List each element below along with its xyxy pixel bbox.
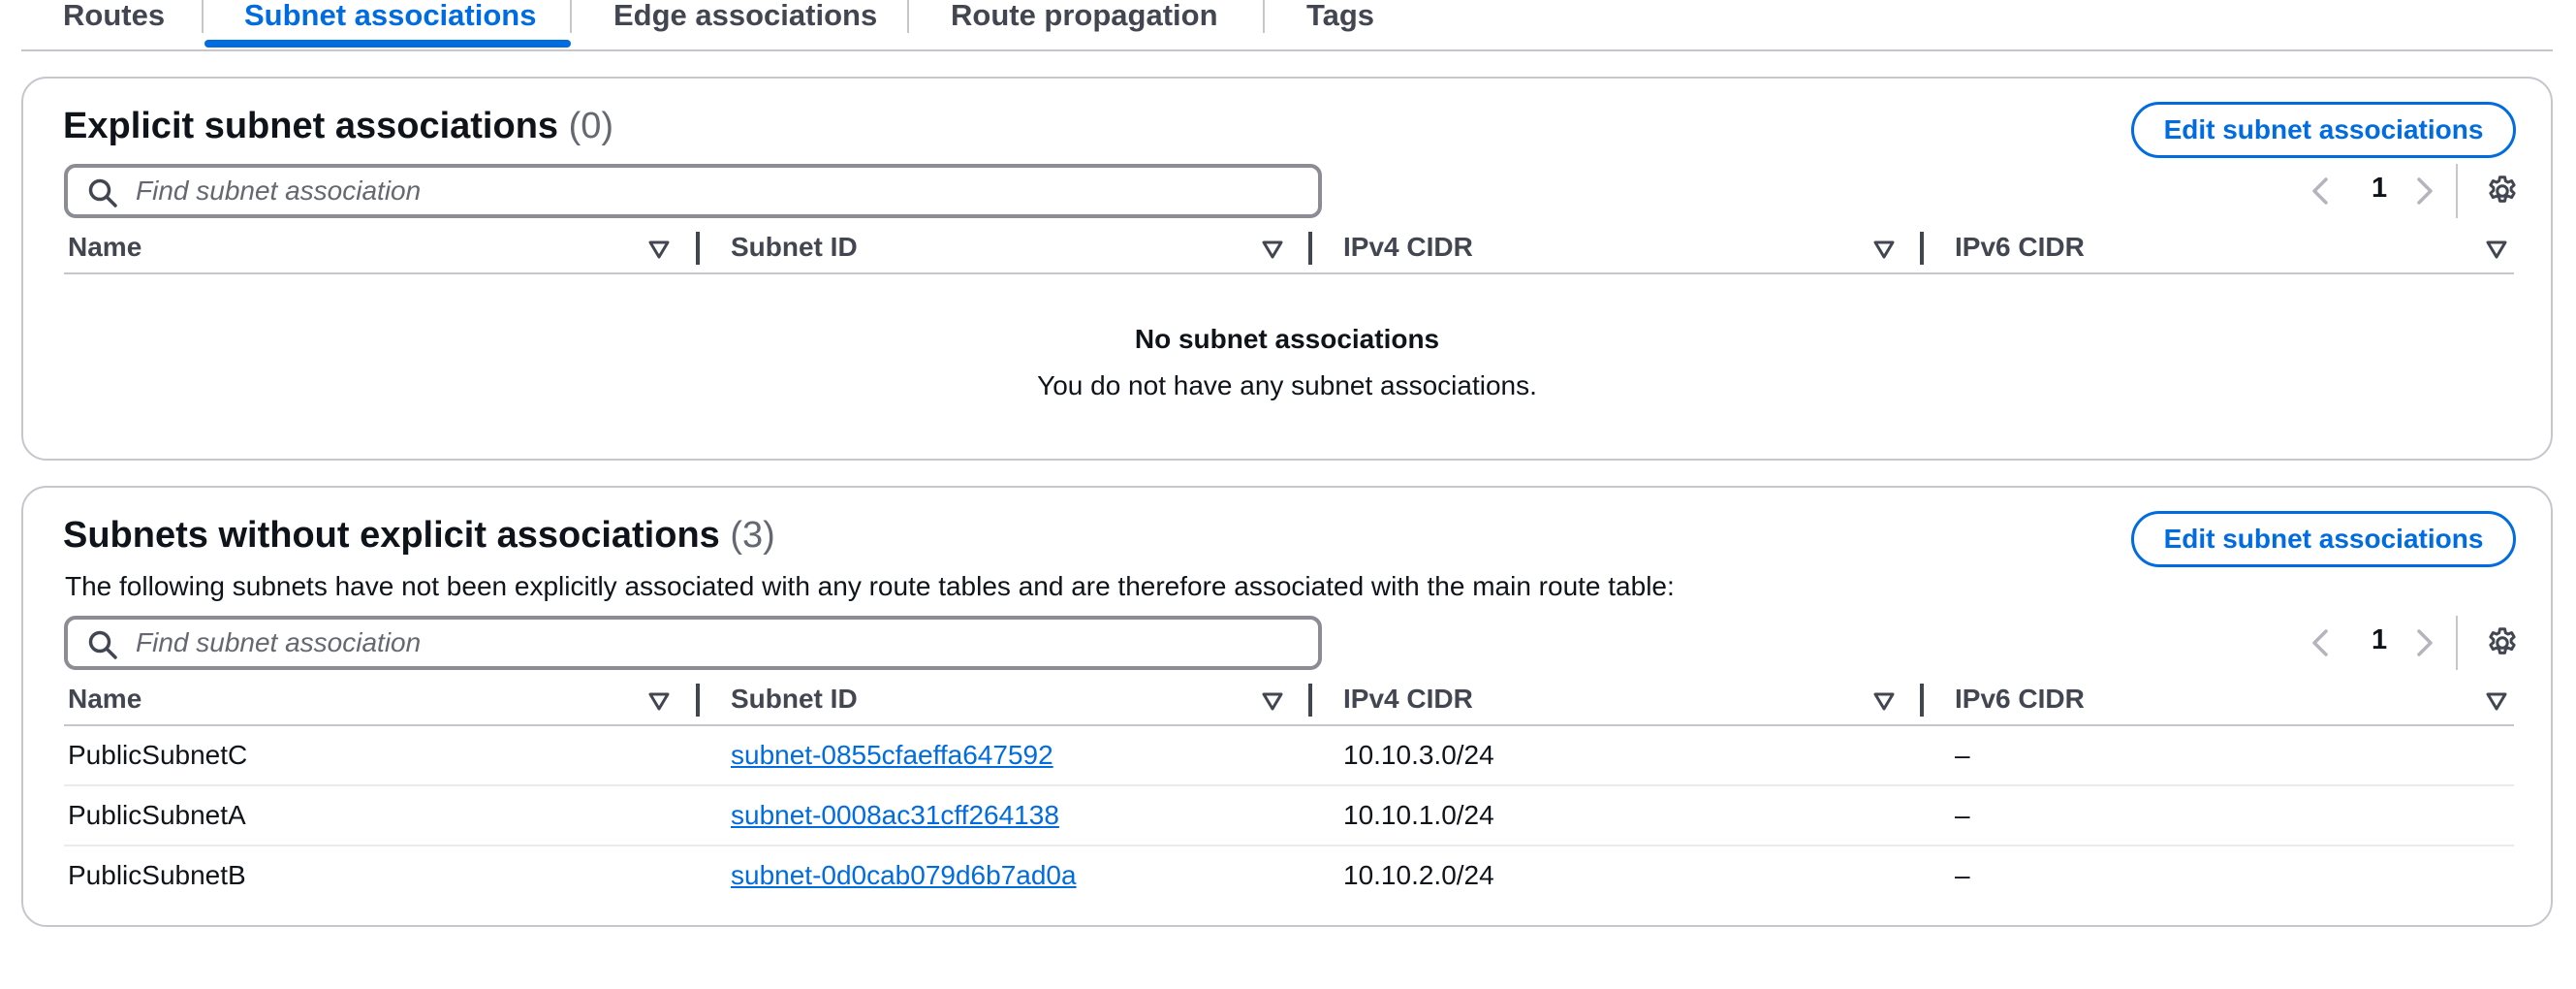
column-resizer[interactable] [1308,232,1312,265]
search-input[interactable] [136,173,1299,209]
gear-icon[interactable] [2485,174,2520,208]
ipv6-cidr: – [1955,800,1970,830]
tab-route-propagation[interactable]: Route propagation [951,0,1218,37]
chevron-left-icon[interactable] [2306,174,2335,208]
tab-subnet-associations[interactable]: Subnet associations [244,0,536,37]
empty-state-message: You do not have any subnet associations. [1037,370,1537,400]
panel-heading: Explicit subnet associations (0) [63,106,613,147]
tab-routes[interactable]: Routes [63,0,165,37]
tab-separator [907,0,909,33]
table-header: Name Subnet ID IPv4 CIDR IPv6 CIDR [64,676,2514,726]
search-icon [88,178,117,207]
pager-divider [2456,164,2458,218]
pagination: 1 [2286,164,2538,218]
subnet-name: PublicSubnetB [68,860,246,890]
tab-bar: Routes Subnet associations Edge associat… [21,0,2553,51]
pagination: 1 [2286,616,2538,670]
explicit-associations-panel: Explicit subnet associations (0) Edit su… [21,77,2553,461]
sort-icon[interactable] [647,238,671,261]
active-tab-indicator [204,40,571,48]
tab-separator [202,0,204,33]
tab-edge-associations[interactable]: Edge associations [613,0,877,37]
chevron-left-icon[interactable] [2306,625,2335,660]
subnet-id-link[interactable]: subnet-0d0cab079d6b7ad0a [731,860,1077,891]
table-row: PublicSubnetB subnet-0d0cab079d6b7ad0a 1… [64,846,2514,907]
subnet-id-link[interactable]: subnet-0855cfaeffa647592 [731,740,1053,771]
panel-count: (3) [730,515,775,556]
sort-icon[interactable] [1872,689,1896,713]
page-number[interactable]: 1 [2372,173,2387,205]
implicit-associations-panel: Subnets without explicit associations (3… [21,486,2553,927]
table-row: PublicSubnetC subnet-0855cfaeffa647592 1… [64,726,2514,786]
sort-icon[interactable] [1261,238,1284,261]
table-header: Name Subnet ID IPv4 CIDR IPv6 CIDR [64,224,2514,274]
ipv6-cidr: – [1955,860,1970,890]
sort-icon[interactable] [647,689,671,713]
panel-title: Subnets without explicit associations [63,515,720,556]
empty-state-title: No subnet associations [1134,324,1440,354]
panel-description: The following subnets have not been expl… [65,571,1675,601]
ipv4-cidr: 10.10.2.0/24 [1343,860,1494,890]
column-resizer[interactable] [1920,232,1924,265]
edit-subnet-associations-button[interactable]: Edit subnet associations [2131,511,2516,567]
sort-icon[interactable] [1261,689,1284,713]
search-box [64,616,1322,670]
column-resizer[interactable] [1308,684,1312,717]
chevron-right-icon[interactable] [2410,625,2439,660]
table-row: PublicSubnetA subnet-0008ac31cff264138 1… [64,786,2514,846]
tab-separator [1263,0,1265,33]
ipv6-cidr: – [1955,740,1970,770]
column-resizer[interactable] [696,684,700,717]
ipv4-cidr: 10.10.1.0/24 [1343,800,1494,830]
tab-tags[interactable]: Tags [1306,0,1374,37]
page-number[interactable]: 1 [2372,624,2387,656]
subnet-id-link[interactable]: subnet-0008ac31cff264138 [731,800,1059,831]
panel-heading: Subnets without explicit associations (3… [63,515,775,557]
subnet-name: PublicSubnetC [68,740,248,770]
panel-count: (0) [568,106,614,146]
pager-divider [2456,616,2458,670]
edit-subnet-associations-button[interactable]: Edit subnet associations [2131,102,2516,158]
tab-separator [570,0,572,33]
search-input[interactable] [136,624,1299,661]
search-icon [88,630,117,659]
sort-icon[interactable] [2485,238,2508,261]
search-box [64,164,1322,218]
gear-icon[interactable] [2485,625,2520,660]
column-resizer[interactable] [696,232,700,265]
subnet-name: PublicSubnetA [68,800,246,830]
sort-icon[interactable] [2485,689,2508,713]
column-resizer[interactable] [1920,684,1924,717]
chevron-right-icon[interactable] [2410,174,2439,208]
panel-title: Explicit subnet associations [63,106,559,146]
sort-icon[interactable] [1872,238,1896,261]
ipv4-cidr: 10.10.3.0/24 [1343,740,1494,770]
